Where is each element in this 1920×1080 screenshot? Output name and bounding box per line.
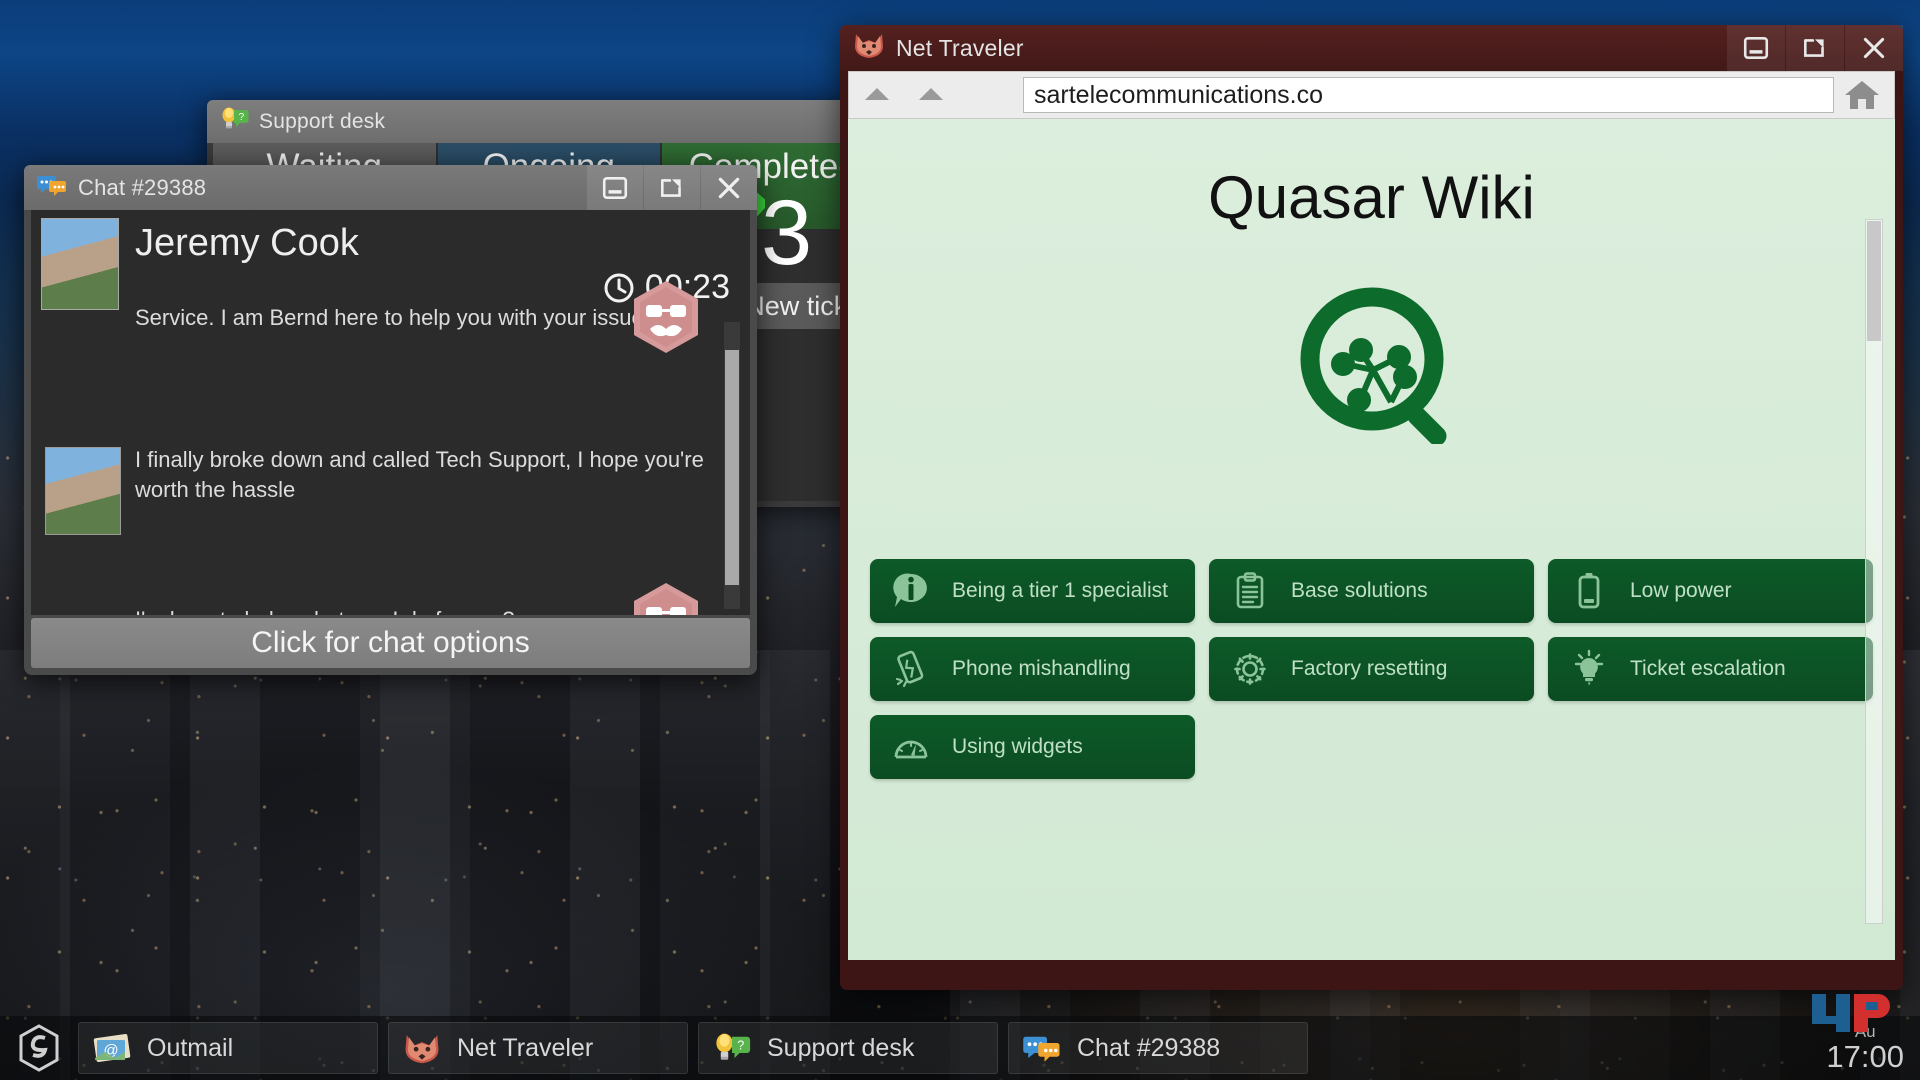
wiki-article-phone-mishandling[interactable]: Phone mishandling: [870, 637, 1195, 701]
chat-bubbles-icon: [36, 171, 68, 205]
lightbulb-chat-icon: ?: [711, 1027, 753, 1069]
maximize-icon[interactable]: [1786, 25, 1844, 71]
battery-low-icon: [1566, 568, 1612, 614]
wiki-article-grid: Being a tier 1 specialist Base solutions: [870, 559, 1873, 779]
list-item: I'm here to help, what can I do for you?: [31, 603, 750, 615]
wiki-article-factory-resetting[interactable]: Factory resetting: [1209, 637, 1534, 701]
avatar: [45, 447, 121, 535]
customer-name: Jeremy Cook: [135, 222, 359, 265]
chat-window[interactable]: Chat #29388 Jeremy Cook 00:23: [24, 165, 757, 675]
chat-message-list[interactable]: Service. I am Bernd here to help you wit…: [31, 315, 750, 615]
chat-titlebar[interactable]: Chat #29388: [24, 165, 757, 210]
taskbar-item-label: Outmail: [147, 1034, 233, 1063]
close-icon[interactable]: [701, 165, 757, 210]
quasar-network-logo: [1287, 274, 1457, 444]
wiki-article-base-solutions[interactable]: Base solutions: [1209, 559, 1534, 623]
taskbar-item-label: Chat #29388: [1077, 1034, 1220, 1063]
taskbar-item-label: Support desk: [767, 1034, 914, 1063]
page-scrollbar[interactable]: [1865, 219, 1883, 924]
chat-body: Jeremy Cook 00:23 Service. I am Bernd he…: [31, 210, 750, 615]
wiki-article-being-a-tier-1-specialist[interactable]: Being a tier 1 specialist: [870, 559, 1195, 623]
taskbar-item-support-desk[interactable]: ? Support desk: [698, 1022, 998, 1074]
taskbar-item-net-traveler[interactable]: Net Traveler: [388, 1022, 688, 1074]
chat-bubbles-icon: [1021, 1027, 1063, 1069]
wiki-article-label: Low power: [1630, 579, 1732, 603]
clipboard-icon: [1227, 568, 1273, 614]
wiki-article-label: Phone mishandling: [952, 657, 1131, 681]
taskbar-item-label: Net Traveler: [457, 1034, 593, 1063]
taskbar-item-outmail[interactable]: @ Outmail: [78, 1022, 378, 1074]
list-item: I finally broke down and called Tech Sup…: [31, 443, 750, 539]
clock-time: 17:00: [1826, 1041, 1904, 1074]
cracked-phone-icon: [888, 646, 934, 692]
net-traveler-window-controls: [1726, 25, 1903, 71]
chat-options-button[interactable]: Click for chat options: [31, 618, 750, 668]
scrollbar-thumb[interactable]: [1867, 221, 1881, 341]
net-traveler-titlebar[interactable]: Net Traveler: [840, 25, 1903, 71]
svg-text:?: ?: [239, 112, 245, 123]
maximize-icon[interactable]: [644, 165, 700, 210]
chat-window-controls: [586, 165, 757, 210]
close-icon[interactable]: [1845, 25, 1903, 71]
os-logo-icon[interactable]: [0, 1016, 78, 1080]
url-input[interactable]: sartelecommunications.co: [1023, 77, 1834, 113]
mail-icon: @: [91, 1027, 133, 1069]
avatar: [41, 218, 119, 310]
list-item: Service. I am Bernd here to help you wit…: [31, 301, 750, 397]
wiki-article-label: Ticket escalation: [1630, 657, 1786, 681]
gauge-icon: [888, 724, 934, 770]
gear-icon: [1227, 646, 1273, 692]
back-icon: [859, 80, 903, 110]
chat-title: Chat #29388: [78, 175, 206, 201]
forward-icon: [907, 80, 951, 110]
fox-icon: [852, 30, 886, 66]
taskbar-item-chat[interactable]: Chat #29388: [1008, 1022, 1308, 1074]
scrollbar-thumb[interactable]: [725, 350, 739, 585]
message-text: I'm here to help, what can I do for you?: [135, 603, 706, 615]
wiki-article-using-widgets[interactable]: Using widgets: [870, 715, 1195, 779]
taskbar-clock: Au 17:00: [1826, 1023, 1904, 1073]
svg-text:?: ?: [737, 1038, 744, 1052]
agent-avatar-icon: [628, 279, 704, 355]
net-traveler-window[interactable]: Net Traveler sartelecommunications.co: [840, 25, 1903, 990]
lightbulb-chat-icon: ?: [219, 104, 249, 140]
wiki-article-low-power[interactable]: Low power: [1548, 559, 1873, 623]
page-title: Quasar Wiki: [848, 163, 1895, 232]
support-desk-title: Support desk: [259, 110, 385, 134]
taskbar: @ Outmail Net Traveler ?: [0, 1016, 1920, 1080]
chat-scrollbar[interactable]: [724, 322, 740, 609]
agent-avatar-icon: [628, 581, 704, 615]
wiki-article-ticket-escalation[interactable]: Ticket escalation: [1548, 637, 1873, 701]
browser-page: Quasar Wiki: [848, 119, 1895, 960]
home-icon[interactable]: [1834, 73, 1890, 117]
net-traveler-title: Net Traveler: [896, 35, 1024, 62]
message-text: I finally broke down and called Tech Sup…: [135, 443, 706, 505]
fox-icon: [401, 1027, 443, 1069]
browser-toolbar: sartelecommunications.co: [848, 71, 1895, 119]
minimize-icon[interactable]: [1727, 25, 1785, 71]
message-text: Service. I am Bernd here to help you wit…: [135, 301, 706, 333]
minimize-icon[interactable]: [587, 165, 643, 210]
wiki-article-label: Being a tier 1 specialist: [952, 579, 1168, 603]
wiki-article-label: Using widgets: [952, 735, 1083, 759]
lightbulb-icon: [1566, 646, 1612, 692]
browser-nav-buttons[interactable]: [853, 72, 1023, 118]
info-bubble-icon: [888, 568, 934, 614]
wiki-article-label: Base solutions: [1291, 579, 1428, 603]
wiki-article-label: Factory resetting: [1291, 657, 1447, 681]
clock-date: Au: [1826, 1023, 1904, 1041]
